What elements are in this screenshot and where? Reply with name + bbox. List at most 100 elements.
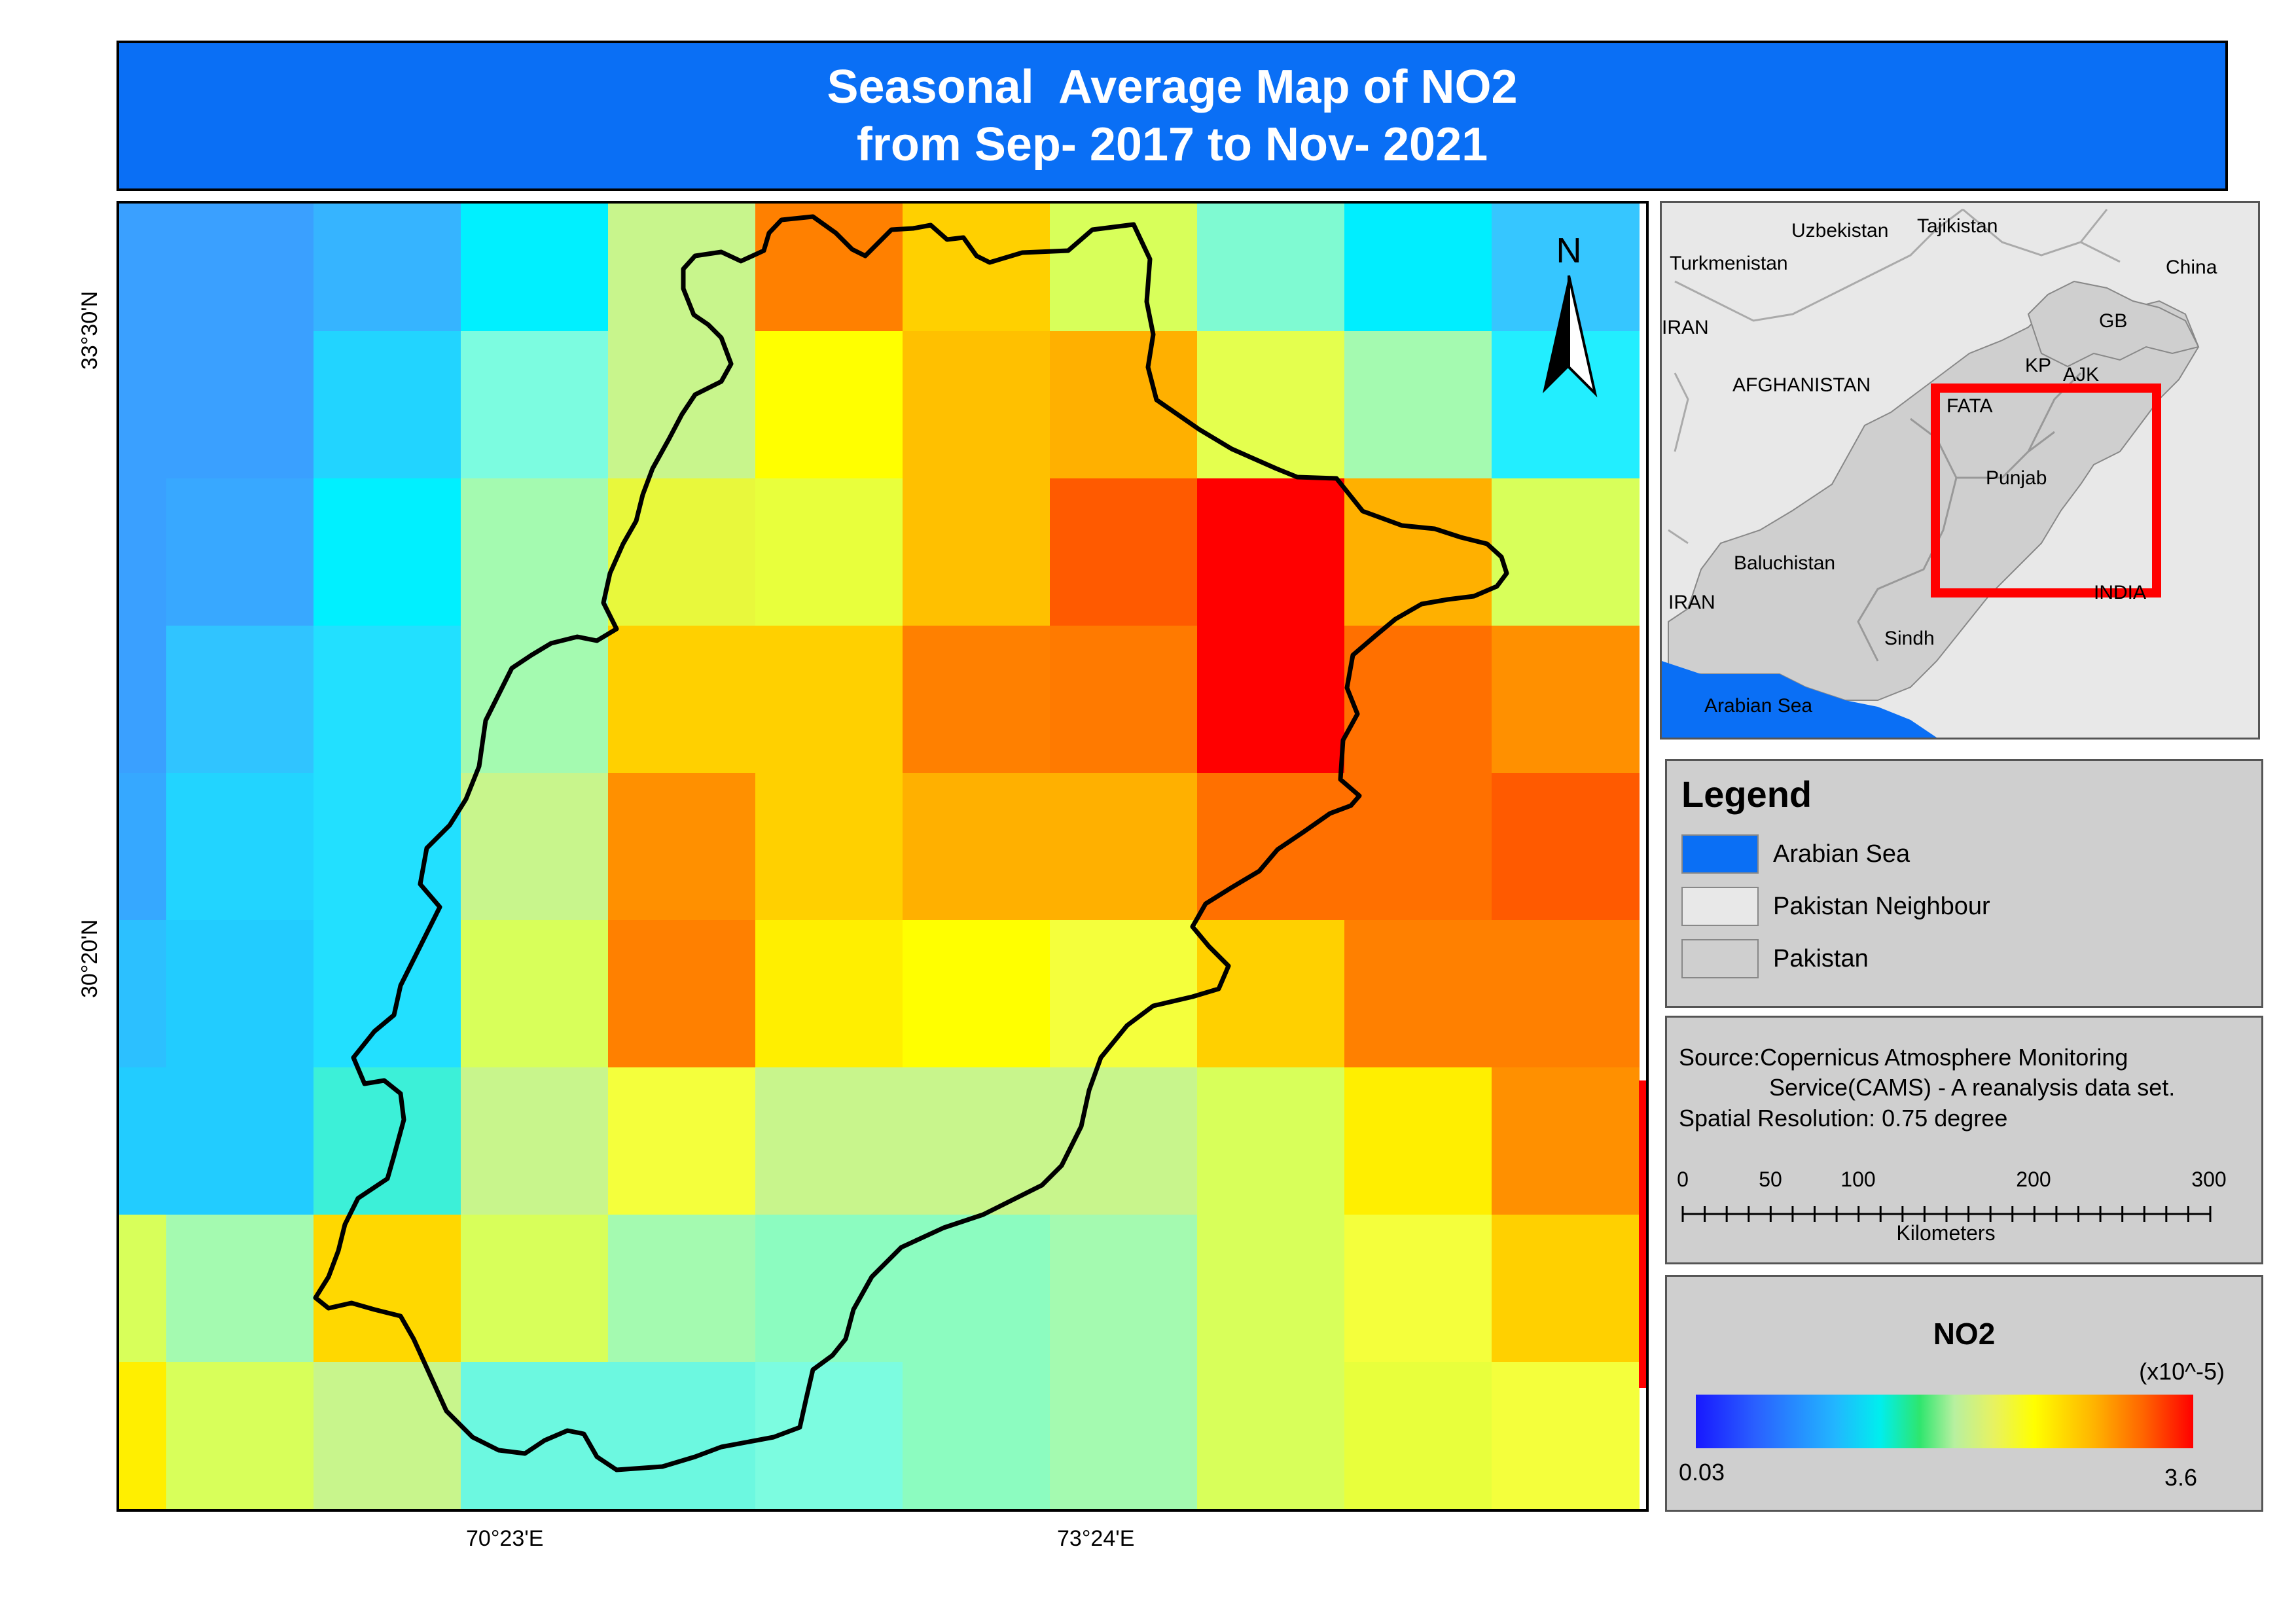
map-title-line-1: Seasonal Average Map of NO2 bbox=[827, 61, 1518, 113]
legend-item-pakistan: Pakistan bbox=[1681, 939, 1869, 978]
scale-tick-label: 50 bbox=[1759, 1168, 1782, 1191]
raster-cell bbox=[755, 773, 903, 921]
raster-cell bbox=[608, 626, 756, 774]
raster-cell bbox=[1344, 773, 1492, 921]
raster-cell bbox=[1344, 1362, 1492, 1509]
raster-cell bbox=[119, 204, 167, 332]
raster-cell bbox=[119, 478, 167, 626]
inset-label-china: China bbox=[2166, 257, 2217, 278]
lon-label-2: 73°24'E bbox=[1057, 1526, 1135, 1551]
legend-label: Pakistan bbox=[1773, 944, 1869, 972]
raster-cell bbox=[1344, 331, 1492, 479]
inset-label-punjab: Punjab bbox=[1986, 467, 2047, 489]
legend-label: Arabian Sea bbox=[1773, 840, 1910, 868]
raster-cell bbox=[166, 1215, 314, 1363]
legend-panel: Legend Arabian Sea Pakistan Neighbour Pa… bbox=[1665, 759, 2263, 1008]
raster-cell bbox=[461, 773, 609, 921]
raster-cell bbox=[314, 1067, 461, 1215]
main-map: N bbox=[117, 201, 1649, 1512]
raster-cell bbox=[903, 331, 1050, 479]
inset-label-iran-2: IRAN bbox=[1668, 592, 1715, 613]
colorbar-panel: NO2 (x10^-5) 0.03 3.6 bbox=[1665, 1275, 2263, 1512]
raster-cell bbox=[608, 920, 756, 1068]
raster-cell bbox=[461, 331, 609, 479]
raster-cell bbox=[755, 626, 903, 774]
raster-cell bbox=[903, 773, 1050, 921]
inset-label-iran-1: IRAN bbox=[1662, 317, 1709, 338]
inset-label-ajk: AJK bbox=[2063, 364, 2099, 385]
colorbar-min: 0.03 bbox=[1679, 1459, 1725, 1486]
colorbar-unit: (x10^-5) bbox=[2139, 1358, 2225, 1385]
raster-cell bbox=[1197, 204, 1345, 332]
inset-label-arabian-sea: Arabian Sea bbox=[1704, 695, 1812, 717]
raster-cell bbox=[314, 773, 461, 921]
raster-cell bbox=[1344, 920, 1492, 1068]
inset-label-baluchistan: Baluchistan bbox=[1734, 552, 1835, 574]
colorbar-title: NO2 bbox=[1933, 1317, 1996, 1351]
raster-cell bbox=[1050, 920, 1198, 1068]
north-label: N bbox=[1556, 231, 1582, 270]
raster-cell bbox=[755, 1215, 903, 1363]
raster-cell bbox=[1197, 478, 1345, 626]
scale-tick-label: 300 bbox=[2191, 1168, 2226, 1191]
legend-swatch bbox=[1681, 939, 1759, 978]
raster-cell bbox=[903, 204, 1050, 332]
raster-cell bbox=[1492, 1362, 1640, 1509]
raster-cell bbox=[461, 1215, 609, 1363]
raster-cell bbox=[608, 1362, 756, 1509]
inset-label-tajikistan: Tajikistan bbox=[1917, 215, 1998, 237]
raster-cell bbox=[1050, 626, 1198, 774]
legend-swatch bbox=[1681, 887, 1759, 926]
raster-cell bbox=[1050, 331, 1198, 479]
inset-label-india: INDIA bbox=[2094, 582, 2146, 603]
raster-cell bbox=[166, 204, 314, 332]
scale-unit: Kilometers bbox=[1896, 1221, 1995, 1245]
raster-cell bbox=[755, 1067, 903, 1215]
no2-raster-grid bbox=[119, 204, 1646, 1509]
inset-label-gb: GB bbox=[2099, 310, 2127, 332]
raster-cell bbox=[1492, 626, 1640, 774]
inset-location-map: Uzbekistan Tajikistan Turkmenistan China… bbox=[1660, 201, 2260, 740]
raster-cell bbox=[314, 331, 461, 479]
raster-cell bbox=[1050, 773, 1198, 921]
raster-cell bbox=[461, 204, 609, 332]
raster-cell bbox=[314, 920, 461, 1068]
legend-swatch bbox=[1681, 834, 1759, 874]
raster-cell bbox=[166, 773, 314, 921]
raster-cell bbox=[608, 1067, 756, 1215]
raster-cell bbox=[461, 478, 609, 626]
raster-cell bbox=[903, 1362, 1050, 1509]
raster-cell bbox=[608, 773, 756, 921]
title-bar: Seasonal Average Map of NO2 from Sep- 20… bbox=[117, 41, 2228, 191]
raster-cell bbox=[755, 478, 903, 626]
raster-cell bbox=[1344, 1067, 1492, 1215]
scale-tick-label: 100 bbox=[1840, 1168, 1875, 1191]
raster-cell bbox=[166, 478, 314, 626]
raster-cell bbox=[166, 331, 314, 479]
lat-label-1: 33°30'N bbox=[77, 291, 102, 370]
raster-cell bbox=[755, 331, 903, 479]
raster-cell bbox=[166, 1362, 314, 1509]
raster-cell bbox=[1050, 1362, 1198, 1509]
source-panel: Source:Copernicus Atmosphere Monitoring … bbox=[1665, 1016, 2263, 1264]
raster-cell bbox=[166, 626, 314, 774]
raster-cell bbox=[755, 920, 903, 1068]
lon-label-1: 70°23'E bbox=[466, 1526, 544, 1551]
raster-cell bbox=[1197, 920, 1345, 1068]
raster-cell bbox=[608, 1215, 756, 1363]
scale-tick-label: 200 bbox=[2016, 1168, 2051, 1191]
inset-label-fata: FATA bbox=[1946, 395, 1993, 417]
raster-cell bbox=[166, 1067, 314, 1215]
raster-cell bbox=[1197, 1215, 1345, 1363]
raster-cell bbox=[314, 204, 461, 332]
raster-cell bbox=[1492, 920, 1640, 1068]
inset-label-sindh: Sindh bbox=[1884, 628, 1935, 649]
raster-cell bbox=[119, 1362, 167, 1509]
raster-cell bbox=[1344, 1215, 1492, 1363]
scale-tick-label: 0 bbox=[1677, 1168, 1689, 1191]
legend-item-neighbour: Pakistan Neighbour bbox=[1681, 887, 1990, 926]
raster-cell bbox=[1050, 478, 1198, 626]
inset-label-afghanistan: AFGHANISTAN bbox=[1732, 374, 1871, 396]
raster-cell bbox=[119, 1215, 167, 1363]
raster-cell bbox=[903, 626, 1050, 774]
